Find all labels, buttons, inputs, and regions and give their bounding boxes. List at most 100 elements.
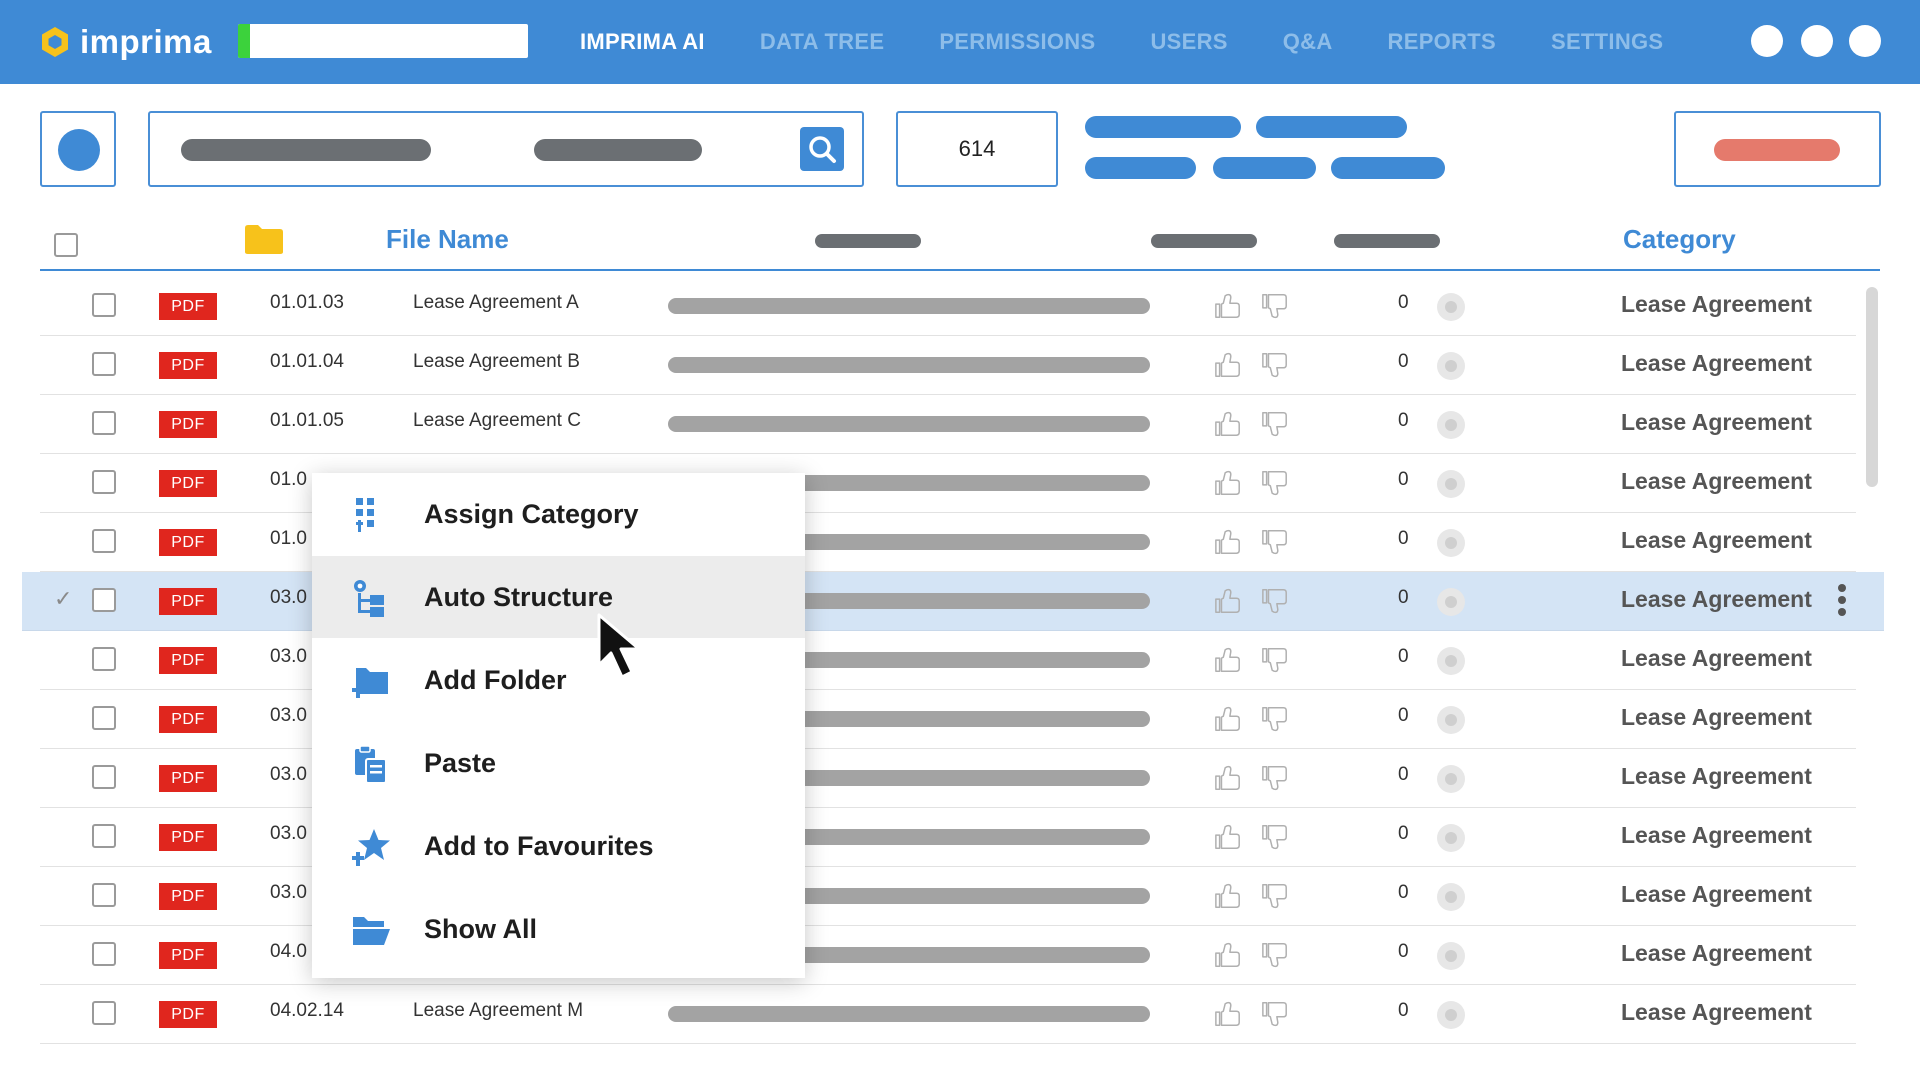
row-category[interactable]: Lease Agreement <box>1621 291 1812 318</box>
row-checkbox[interactable] <box>92 470 116 494</box>
status-dot-icon[interactable] <box>1437 352 1465 380</box>
thumbs-up-icon[interactable] <box>1214 999 1242 1029</box>
row-file-name[interactable]: Lease Agreement B <box>413 351 580 373</box>
thumbs-up-icon[interactable] <box>1214 291 1242 321</box>
row-category[interactable]: Lease Agreement <box>1621 350 1812 377</box>
filter-pill-5[interactable] <box>1331 157 1445 179</box>
app-logo[interactable]: imprima <box>38 22 212 62</box>
context-menu-item-show-all[interactable]: Show All <box>312 888 805 970</box>
row-file-name[interactable]: Lease Agreement C <box>413 410 581 432</box>
row-more-icon[interactable] <box>1838 584 1848 618</box>
context-menu-item-auto-structure[interactable]: Auto Structure <box>312 556 805 638</box>
row-checkbox[interactable] <box>92 824 116 848</box>
thumbs-down-icon[interactable] <box>1261 350 1289 380</box>
table-row[interactable]: PDF 01.01.04 Lease Agreement B 0 Lease Agree… <box>40 336 1856 395</box>
status-dot-icon[interactable] <box>1437 647 1465 675</box>
row-category[interactable]: Lease Agreement <box>1621 822 1812 849</box>
row-category[interactable]: Lease Agreement <box>1621 704 1812 731</box>
thumbs-down-icon[interactable] <box>1261 468 1289 498</box>
table-row[interactable]: PDF 01.01.05 Lease Agreement C 0 Lease Agree… <box>40 395 1856 454</box>
row-checkbox[interactable] <box>92 647 116 671</box>
thumbs-down-icon[interactable] <box>1261 822 1289 852</box>
row-checkbox[interactable] <box>92 765 116 789</box>
thumbs-down-icon[interactable] <box>1261 763 1289 793</box>
thumbs-down-icon[interactable] <box>1261 409 1289 439</box>
filter-pill-3[interactable] <box>1085 157 1196 179</box>
user-avatar-dot-1[interactable] <box>1751 25 1783 57</box>
row-category[interactable]: Lease Agreement <box>1621 999 1812 1026</box>
row-category[interactable]: Lease Agreement <box>1621 586 1812 613</box>
select-all-checkbox[interactable] <box>54 233 78 257</box>
status-dot-icon[interactable] <box>1437 529 1465 557</box>
nav-item-settings[interactable]: SETTINGS <box>1551 29 1663 55</box>
header-category[interactable]: Category <box>1623 224 1736 255</box>
thumbs-down-icon[interactable] <box>1261 881 1289 911</box>
row-category[interactable]: Lease Agreement <box>1621 409 1812 436</box>
thumbs-up-icon[interactable] <box>1214 704 1242 734</box>
thumbs-down-icon[interactable] <box>1261 999 1289 1029</box>
row-category[interactable]: Lease Agreement <box>1621 881 1812 908</box>
status-dot-icon[interactable] <box>1437 1001 1465 1029</box>
thumbs-up-icon[interactable] <box>1214 527 1242 557</box>
status-dot-icon[interactable] <box>1437 588 1465 616</box>
thumbs-down-icon[interactable] <box>1261 645 1289 675</box>
status-dot-icon[interactable] <box>1437 883 1465 911</box>
row-file-name[interactable]: Lease Agreement M <box>413 1000 583 1022</box>
table-row[interactable]: PDF 04.02.14 Lease Agreement M 0 Lease Agree… <box>40 985 1856 1044</box>
row-checkbox[interactable] <box>92 352 116 376</box>
thumbs-up-icon[interactable] <box>1214 940 1242 970</box>
row-file-name[interactable]: Lease Agreement A <box>413 292 579 314</box>
vertical-scrollbar[interactable] <box>1866 287 1878 487</box>
table-row[interactable]: PDF 01.01.03 Lease Agreement A 0 Lease Agree… <box>40 277 1856 336</box>
thumbs-up-icon[interactable] <box>1214 822 1242 852</box>
nav-item-permissions[interactable]: PERMISSIONS <box>939 29 1095 55</box>
primary-action-button[interactable] <box>1674 111 1881 187</box>
table-row[interactable]: ✓ PDF 03.0 0 Lease Agreement <box>22 572 1884 631</box>
status-dot-icon[interactable] <box>1437 942 1465 970</box>
row-checkbox[interactable] <box>92 883 116 907</box>
thumbs-up-icon[interactable] <box>1214 763 1242 793</box>
header-file-name[interactable]: File Name <box>386 224 509 255</box>
user-avatar-dot-3[interactable] <box>1849 25 1881 57</box>
row-checkbox[interactable] <box>92 706 116 730</box>
status-dot-icon[interactable] <box>1437 824 1465 852</box>
status-dot-icon[interactable] <box>1437 765 1465 793</box>
nav-item-q-a[interactable]: Q&A <box>1283 29 1333 55</box>
thumbs-up-icon[interactable] <box>1214 409 1242 439</box>
thumbs-up-icon[interactable] <box>1214 350 1242 380</box>
thumbs-down-icon[interactable] <box>1261 291 1289 321</box>
context-menu-item-add-to-favourites[interactable]: Add to Favourites <box>312 805 805 887</box>
context-menu-item-paste[interactable]: Paste <box>312 722 805 804</box>
row-checkbox[interactable] <box>92 293 116 317</box>
thumbs-up-icon[interactable] <box>1214 468 1242 498</box>
circle-action-button[interactable] <box>40 111 116 187</box>
status-dot-icon[interactable] <box>1437 706 1465 734</box>
search-bar[interactable] <box>148 111 864 187</box>
nav-item-users[interactable]: USERS <box>1150 29 1227 55</box>
nav-item-imprima-ai[interactable]: IMPRIMA AI <box>580 29 705 55</box>
status-dot-icon[interactable] <box>1437 411 1465 439</box>
thumbs-up-icon[interactable] <box>1214 645 1242 675</box>
thumbs-up-icon[interactable] <box>1214 881 1242 911</box>
thumbs-down-icon[interactable] <box>1261 940 1289 970</box>
row-category[interactable]: Lease Agreement <box>1621 940 1812 967</box>
nav-item-data-tree[interactable]: DATA TREE <box>760 29 885 55</box>
thumbs-down-icon[interactable] <box>1261 527 1289 557</box>
thumbs-down-icon[interactable] <box>1261 704 1289 734</box>
row-category[interactable]: Lease Agreement <box>1621 527 1812 554</box>
thumbs-down-icon[interactable] <box>1261 586 1289 616</box>
row-checkbox[interactable] <box>92 529 116 553</box>
thumbs-up-icon[interactable] <box>1214 586 1242 616</box>
row-category[interactable]: Lease Agreement <box>1621 763 1812 790</box>
status-dot-icon[interactable] <box>1437 293 1465 321</box>
row-category[interactable]: Lease Agreement <box>1621 468 1812 495</box>
row-category[interactable]: Lease Agreement <box>1621 645 1812 672</box>
filter-pill-4[interactable] <box>1213 157 1316 179</box>
row-checkbox[interactable] <box>92 942 116 966</box>
nav-item-reports[interactable]: REPORTS <box>1388 29 1496 55</box>
search-button[interactable] <box>800 127 844 171</box>
row-checkbox[interactable] <box>92 588 116 612</box>
context-menu-item-add-folder[interactable]: Add Folder <box>312 639 805 721</box>
row-checkbox[interactable] <box>92 411 116 435</box>
status-dot-icon[interactable] <box>1437 470 1465 498</box>
